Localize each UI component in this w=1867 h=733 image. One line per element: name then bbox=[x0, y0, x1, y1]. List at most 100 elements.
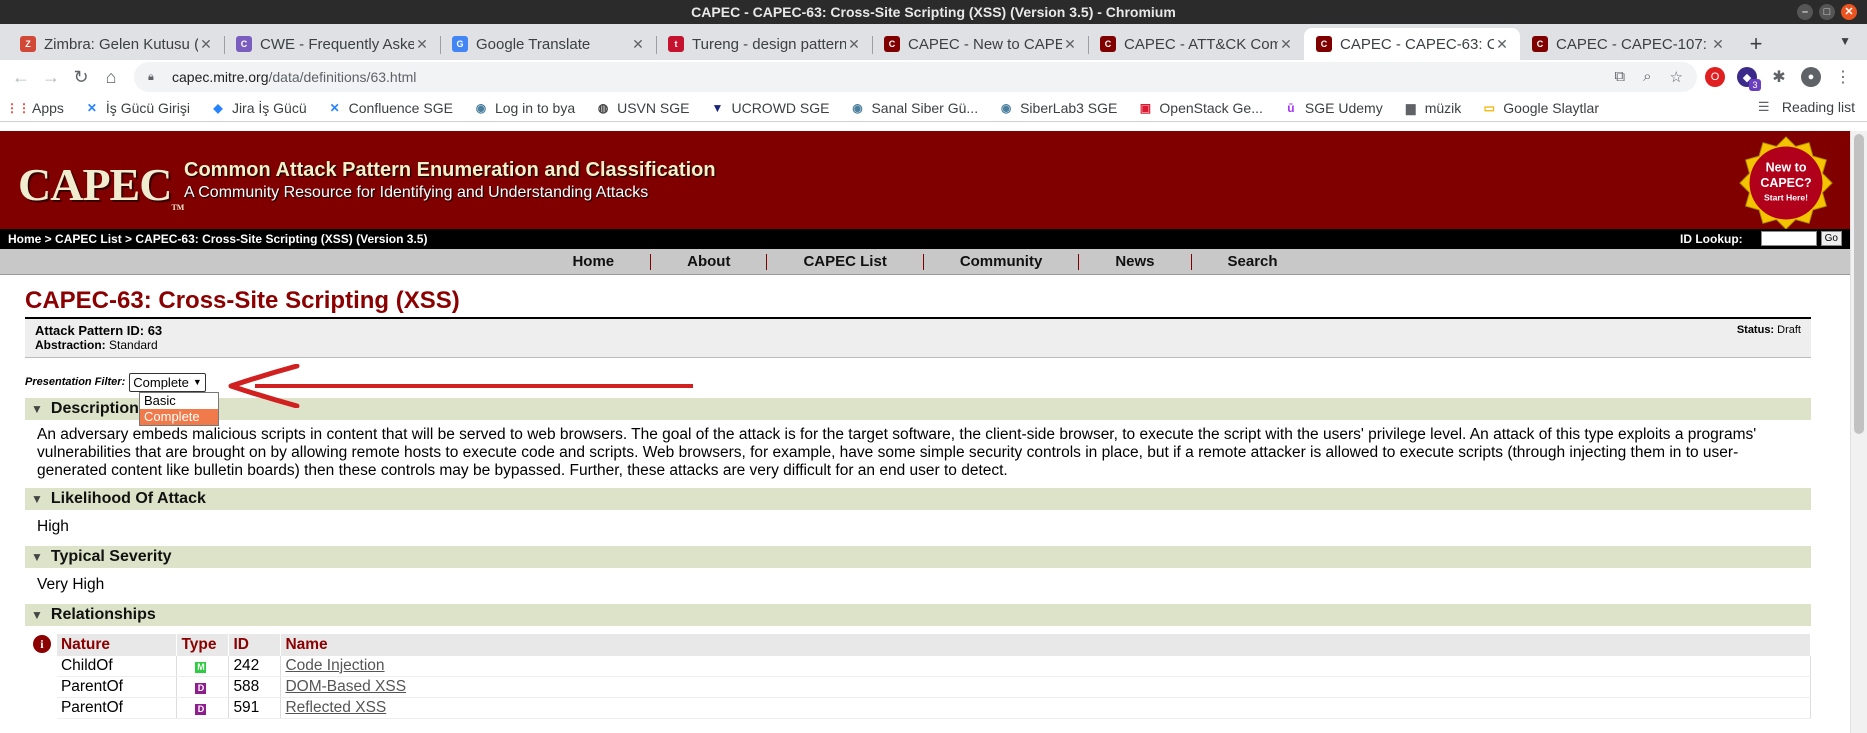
back-button[interactable]: ← bbox=[6, 62, 36, 92]
bookmark-item[interactable]: ◉ Log in to bya bbox=[473, 100, 575, 116]
forward-button[interactable]: → bbox=[36, 62, 66, 92]
id-lookup-input[interactable] bbox=[1760, 231, 1817, 246]
type-badge-icon: D bbox=[195, 683, 207, 694]
opera-extension-icon[interactable]: O bbox=[1705, 67, 1725, 87]
window-title-bar: CAPEC - CAPEC-63: Cross-Site Scripting (… bbox=[0, 0, 1867, 24]
profile-avatar-icon[interactable]: ● bbox=[1801, 67, 1821, 87]
browser-tab[interactable]: t Tureng - design pattern ✕ bbox=[656, 28, 872, 60]
bookmark-item[interactable]: ✕ İş Gücü Girişi bbox=[84, 100, 190, 116]
bookmark-item[interactable]: ⋮⋮ Apps bbox=[6, 100, 64, 116]
close-tab-icon[interactable]: ✕ bbox=[414, 36, 430, 53]
page-scrollbar[interactable] bbox=[1850, 131, 1867, 733]
tab-title: CAPEC - New to CAPEC bbox=[908, 35, 1062, 53]
bookmark-label: Jira İş Gücü bbox=[231, 99, 307, 116]
nav-about[interactable]: About bbox=[650, 253, 766, 270]
breadcrumb-home-link[interactable]: Home bbox=[8, 232, 41, 246]
extension-icon[interactable]: ◆ 3 bbox=[1737, 67, 1761, 91]
tab-search-chevron-icon[interactable]: ▼ bbox=[1839, 34, 1851, 48]
bookmark-item[interactable]: ◍ USVN SGE bbox=[595, 100, 690, 116]
capec-logo[interactable]: CAPECTM bbox=[18, 158, 184, 212]
nav-news[interactable]: News bbox=[1078, 253, 1190, 270]
bookmarks-bar: ⋮⋮ Apps ✕ İş Gücü Girişi ◆ Jira İş Gücü ✕ Confl… bbox=[0, 94, 1867, 122]
folder-icon: ▆ bbox=[1406, 100, 1416, 115]
minimize-button[interactable]: – bbox=[1797, 4, 1813, 20]
bookmark-item[interactable]: ū SGE Udemy bbox=[1283, 100, 1382, 116]
section-header-severity[interactable]: ▼ Typical Severity bbox=[25, 546, 1811, 568]
breadcrumb-capec-list-link[interactable]: CAPEC List bbox=[55, 232, 122, 246]
new-tab-button[interactable]: + bbox=[1740, 28, 1772, 60]
close-window-button[interactable]: ✕ bbox=[1841, 4, 1857, 20]
bookmark-item[interactable]: ▆ müzik bbox=[1403, 99, 1462, 116]
section-header-relationships[interactable]: ▼ Relationships bbox=[25, 604, 1811, 626]
bookmark-item[interactable]: ◉ SiberLab3 SGE bbox=[998, 100, 1118, 116]
address-bar[interactable]: 🔒︎ capec.mitre.org/data/definitions/63.h… bbox=[134, 62, 1697, 92]
nav-community[interactable]: Community bbox=[922, 253, 1079, 270]
description-text: An adversary embeds malicious scripts in… bbox=[37, 426, 1757, 479]
bookmark-item[interactable]: ▭ Google Slaytlar bbox=[1481, 100, 1599, 116]
attack-pattern-header: Attack Pattern ID: 63 Abstraction: Stand… bbox=[25, 319, 1811, 358]
bookmark-label: Sanal Siber Gü... bbox=[871, 99, 979, 116]
close-tab-icon[interactable]: ✕ bbox=[1494, 36, 1510, 53]
browser-tab[interactable]: G Google Translate ✕ bbox=[440, 28, 656, 60]
tab-title: CWE - Frequently Asked bbox=[260, 35, 414, 53]
maximize-button[interactable]: □ bbox=[1819, 4, 1835, 20]
cell-type: D bbox=[176, 676, 230, 698]
nav-capec-list[interactable]: CAPEC List bbox=[766, 253, 922, 270]
install-app-icon[interactable]: ⧉ bbox=[1614, 68, 1625, 86]
close-tab-icon[interactable]: ✕ bbox=[1710, 36, 1726, 53]
tab-title: Google Translate bbox=[476, 35, 591, 53]
close-tab-icon[interactable]: ✕ bbox=[1062, 36, 1078, 53]
filter-option-basic[interactable]: Basic bbox=[140, 393, 218, 409]
close-tab-icon[interactable]: ✕ bbox=[198, 36, 214, 53]
red-annotation-arrow-icon bbox=[228, 364, 693, 408]
bookmark-star-icon[interactable]: ☆ bbox=[1670, 68, 1683, 86]
nav-home[interactable]: Home bbox=[536, 253, 650, 270]
relationship-link[interactable]: DOM-Based XSS bbox=[285, 678, 406, 695]
reading-list-button[interactable]: ☰ Reading list bbox=[1758, 99, 1855, 115]
browser-tab[interactable]: C CAPEC - CAPEC-63: Cro ✕ bbox=[1304, 28, 1520, 60]
browser-menu-icon[interactable]: ⋮ bbox=[1833, 67, 1853, 87]
nav-search[interactable]: Search bbox=[1190, 253, 1314, 270]
home-button[interactable]: ⌂ bbox=[96, 62, 126, 92]
browser-tab[interactable]: C CAPEC - ATT&CK Comp ✕ bbox=[1088, 28, 1304, 60]
breadcrumb-current: CAPEC-63: Cross-Site Scripting (XSS) (Ve… bbox=[135, 232, 428, 246]
bookmark-item[interactable]: ▣ OpenStack Ge... bbox=[1137, 100, 1263, 116]
info-icon[interactable]: i bbox=[33, 635, 51, 653]
bookmark-item[interactable]: ▼ UCROWD SGE bbox=[709, 100, 830, 116]
close-tab-icon[interactable]: ✕ bbox=[1278, 36, 1294, 53]
filter-option-complete[interactable]: Complete bbox=[140, 409, 218, 425]
zimbra-icon: Z bbox=[20, 36, 36, 52]
new-to-capec-badge[interactable]: New to CAPEC? Start Here! bbox=[1738, 135, 1834, 231]
page-title: CAPEC-63: Cross-Site Scripting (XSS) bbox=[25, 287, 1811, 319]
tab-strip: Z Zimbra: Gelen Kutusu (✕ C CWE - Frequentl… bbox=[0, 24, 1867, 60]
presentation-filter-dropdown: Basic Complete bbox=[139, 392, 219, 426]
capec-banner: CAPECTM Common Attack Pattern Enumeratio… bbox=[0, 131, 1850, 231]
close-tab-icon[interactable]: ✕ bbox=[630, 36, 646, 53]
presentation-filter-select[interactable]: Complete ▼ bbox=[129, 372, 206, 392]
relationship-link[interactable]: Code Injection bbox=[285, 657, 384, 674]
zoom-icon[interactable]: ⌕ bbox=[1643, 68, 1651, 86]
browser-tab[interactable]: Z Zimbra: Gelen Kutusu (✕ bbox=[8, 28, 224, 60]
cell-nature: ParentOf bbox=[56, 676, 178, 698]
relationship-link[interactable]: Reflected XSS bbox=[285, 699, 386, 716]
bookmark-item[interactable]: ✕ Confluence SGE bbox=[327, 100, 453, 116]
browser-tab[interactable]: C CWE - Frequently Asked ✕ bbox=[224, 28, 440, 60]
site-nav: Home About CAPEC List Community News Sea… bbox=[0, 249, 1850, 275]
bookmark-item[interactable]: ◉ Sanal Siber Gü... bbox=[849, 100, 978, 116]
scrollbar-thumb[interactable] bbox=[1854, 134, 1864, 434]
section-header-likelihood[interactable]: ▼ Likelihood Of Attack bbox=[25, 488, 1811, 510]
browser-tab[interactable]: C CAPEC - New to CAPEC ✕ bbox=[872, 28, 1088, 60]
bookmark-label: müzik bbox=[1424, 99, 1462, 116]
capec-icon: C bbox=[1316, 36, 1332, 52]
bookmark-item[interactable]: ◆ Jira İş Gücü bbox=[210, 99, 307, 116]
jira-icon: ◆ bbox=[213, 100, 223, 115]
browser-tab[interactable]: C CAPEC - CAPEC-107: Cr ✕ bbox=[1520, 28, 1736, 60]
extensions-puzzle-icon[interactable]: ✱ bbox=[1769, 67, 1789, 87]
confluence-icon: ✕ bbox=[86, 100, 97, 115]
column-header-type: Type bbox=[176, 634, 230, 656]
breadcrumb: Home > CAPEC List > CAPEC-63: Cross-Site… bbox=[0, 229, 1850, 249]
reload-button[interactable]: ↻ bbox=[66, 62, 96, 92]
id-lookup-go-button[interactable]: Go bbox=[1820, 231, 1842, 246]
close-tab-icon[interactable]: ✕ bbox=[846, 36, 862, 53]
lock-icon[interactable]: 🔒︎ bbox=[148, 71, 160, 83]
